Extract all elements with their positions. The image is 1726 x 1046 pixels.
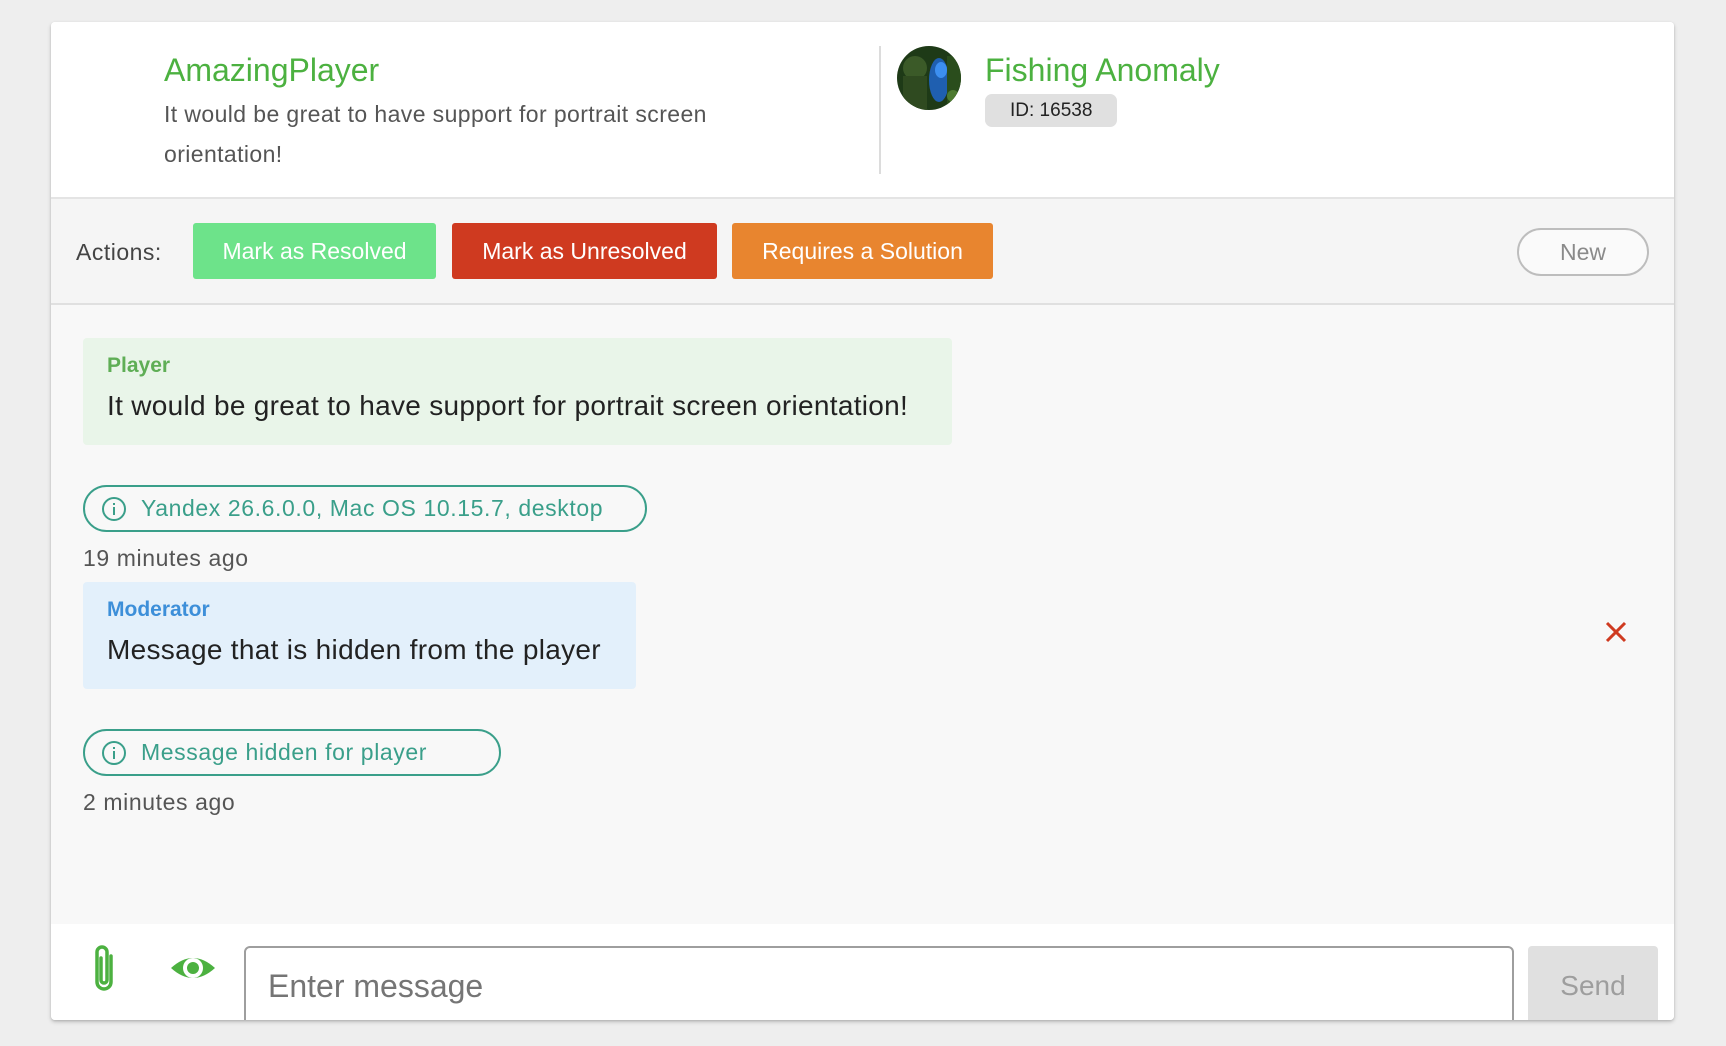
game-title[interactable]: Fishing Anomaly — [985, 50, 1220, 90]
message-text: Message that is hidden from the player — [107, 634, 601, 665]
mark-resolved-button[interactable]: Mark as Resolved — [193, 223, 436, 279]
hidden-info-chip[interactable]: Message hidden for player — [83, 729, 501, 776]
ticket-card: AmazingPlayer It would be great to have … — [51, 22, 1674, 1020]
paperclip-icon[interactable] — [87, 942, 121, 996]
player-info: AmazingPlayer It would be great to have … — [164, 50, 804, 174]
info-icon — [102, 741, 126, 765]
message-author: Moderator — [107, 598, 210, 621]
status-chip: New — [1517, 228, 1649, 276]
player-name[interactable]: AmazingPlayer — [164, 50, 804, 90]
game-id-badge: ID: 16538 — [985, 94, 1118, 127]
game-avatar-image — [897, 46, 961, 110]
message-composer: Send — [51, 924, 1674, 1020]
ticket-subject: It would be great to have support for po… — [164, 101, 707, 167]
actions-bar: Actions: Mark as Resolved Mark as Unreso… — [51, 199, 1674, 305]
info-icon — [102, 497, 126, 521]
game-avatar — [897, 46, 961, 110]
message-input[interactable] — [244, 946, 1514, 1020]
ticket-header: AmazingPlayer It would be great to have … — [51, 22, 1674, 199]
eye-icon[interactable] — [169, 948, 217, 988]
header-divider — [879, 46, 881, 174]
client-info-chip[interactable]: Yandex 26.6.0.0, Mac OS 10.15.7, desktop — [83, 485, 647, 532]
message-timestamp: 2 minutes ago — [83, 789, 236, 815]
actions-label: Actions: — [76, 239, 162, 265]
moderator-message: Moderator Message that is hidden from th… — [83, 582, 636, 689]
requires-solution-button[interactable]: Requires a Solution — [732, 223, 993, 279]
message-timestamp: 19 minutes ago — [83, 545, 249, 571]
player-message: Player It would be great to have support… — [83, 338, 952, 445]
message-list: Player It would be great to have support… — [51, 305, 1674, 924]
message-text: It would be great to have support for po… — [107, 390, 909, 421]
mark-unresolved-button[interactable]: Mark as Unresolved — [452, 223, 717, 279]
send-button[interactable]: Send — [1528, 946, 1658, 1020]
hidden-info-text: Message hidden for player — [141, 739, 428, 765]
message-author: Player — [107, 354, 171, 377]
delete-message-icon[interactable] — [1601, 617, 1631, 647]
client-info-text: Yandex 26.6.0.0, Mac OS 10.15.7, desktop — [141, 495, 604, 521]
